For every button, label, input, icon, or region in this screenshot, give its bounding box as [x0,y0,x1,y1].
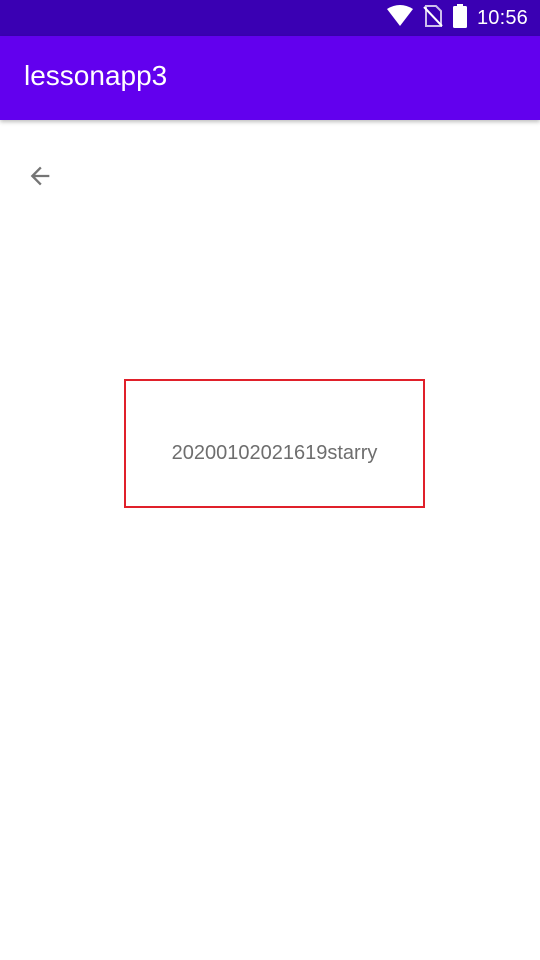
status-time: 10:56 [476,6,528,29]
battery-icon [452,3,467,33]
content-text: 20200102021619starry [171,442,378,464]
wifi-icon [386,4,413,32]
app-bar: lessonapp3 [0,36,540,120]
back-button[interactable] [18,156,62,200]
content-box: 20200102021619starry [124,379,425,508]
status-bar: 10:56 [0,0,540,36]
no-sim-icon [423,4,443,32]
app-title: lessonapp3 [24,60,168,91]
arrow-back-icon [26,162,54,195]
status-icons: 10:56 [386,0,528,36]
